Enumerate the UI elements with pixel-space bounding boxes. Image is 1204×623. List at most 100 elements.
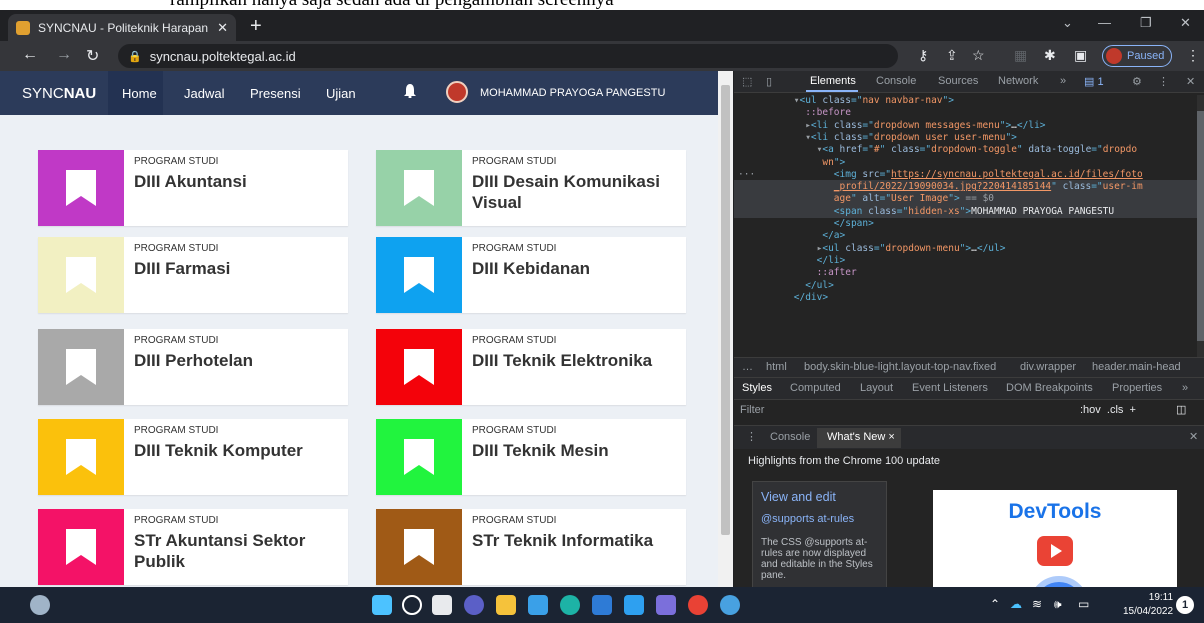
- dom-node-line[interactable]: </li>: [817, 255, 846, 267]
- inspect-icon[interactable]: ⬚: [742, 75, 752, 88]
- app-icon[interactable]: [656, 595, 676, 615]
- edge-browser-icon[interactable]: [560, 595, 580, 615]
- wifi-icon[interactable]: ≋: [1032, 597, 1042, 611]
- program-card[interactable]: PROGRAM STUDI DIII Perhotelan: [38, 329, 348, 405]
- tab-elements[interactable]: Elements: [810, 75, 856, 87]
- dom-node-line[interactable]: ▾<a href="#" class="dropdown-toggle" dat…: [817, 144, 1137, 156]
- forward-icon[interactable]: →: [56, 46, 72, 64]
- device-toggle-icon[interactable]: ▯: [766, 75, 772, 88]
- subtab-event-listeners[interactable]: Event Listeners: [912, 382, 988, 394]
- user-name[interactable]: MOHAMMAD PRAYOGA PANGESTU: [480, 87, 665, 99]
- nav-home[interactable]: Home: [122, 86, 157, 101]
- user-avatar[interactable]: [446, 81, 468, 103]
- elements-scrollbar[interactable]: [1197, 95, 1204, 357]
- taskbar-clock[interactable]: 19:11 15/04/2022: [1123, 591, 1173, 619]
- nav-jadwal[interactable]: Jadwal: [184, 86, 224, 101]
- program-card[interactable]: PROGRAM STUDI DIII Teknik Mesin: [376, 419, 686, 495]
- subtab-computed[interactable]: Computed: [790, 382, 841, 394]
- share-icon[interactable]: ⇪: [946, 47, 958, 64]
- nav-ujian[interactable]: Ujian: [326, 86, 356, 101]
- devtools-menu-icon[interactable]: ⋮: [1158, 75, 1169, 88]
- dom-node-line[interactable]: ▾<li class="dropdown user user-menu">: [805, 132, 1017, 144]
- tab-network[interactable]: Network: [998, 75, 1038, 87]
- app-brand[interactable]: SYNCNAU: [22, 85, 96, 102]
- breadcrumb-body[interactable]: body.skin-blue-light.layout-top-nav.fixe…: [804, 361, 996, 373]
- dom-node-line[interactable]: ::after: [817, 267, 857, 279]
- issues-badge[interactable]: ▤ 1: [1084, 75, 1104, 88]
- side-panel-icon[interactable]: ▣: [1074, 47, 1087, 64]
- dom-node-line[interactable]: age" alt="User Image"> == $0: [834, 193, 994, 205]
- password-key-icon[interactable]: ⚷: [918, 47, 928, 64]
- file-explorer-icon[interactable]: [496, 595, 516, 615]
- program-card[interactable]: PROGRAM STUDI DIII Farmasi: [38, 237, 348, 313]
- volume-icon[interactable]: 🕪: [1054, 597, 1062, 612]
- tab-console[interactable]: Console: [876, 75, 916, 87]
- settings-gear-icon[interactable]: ⚙: [1132, 75, 1142, 88]
- dom-node-line[interactable]: ▸<li class="dropdown messages-menu">…</l…: [805, 120, 1045, 132]
- close-window-icon[interactable]: ✕: [1180, 15, 1191, 31]
- dom-node-line[interactable]: </div>: [794, 292, 828, 304]
- minimize-icon[interactable]: —: [1098, 15, 1111, 30]
- subtab-dom-breakpoints[interactable]: DOM Breakpoints: [1006, 382, 1093, 394]
- search-icon[interactable]: [402, 595, 422, 615]
- more-tabs[interactable]: »: [1060, 75, 1066, 87]
- dom-node-line[interactable]: _profil/2022/19090034.jpg?220414185144" …: [834, 181, 1143, 193]
- chrome-icon[interactable]: [688, 595, 708, 615]
- subtab-more[interactable]: »: [1182, 382, 1188, 394]
- devtools-close-icon[interactable]: ✕: [1186, 75, 1195, 88]
- drawer-tab-whats-new[interactable]: What's New ×: [827, 431, 895, 443]
- weather-widget-icon[interactable]: [30, 595, 50, 615]
- browser-tab[interactable]: SYNCNAU - Politeknik Harapan B ✕: [8, 14, 236, 41]
- reload-icon[interactable]: ↻: [86, 46, 99, 66]
- program-card[interactable]: PROGRAM STUDI STr Teknik Informatika: [376, 509, 686, 585]
- menu-dots-icon[interactable]: ⋮: [1186, 47, 1200, 64]
- new-tab-button[interactable]: +: [250, 15, 262, 38]
- bell-icon[interactable]: [404, 84, 416, 98]
- subtab-styles[interactable]: Styles: [742, 382, 772, 394]
- program-card[interactable]: PROGRAM STUDI STr Akuntansi Sektor Publik: [38, 509, 348, 585]
- nav-presensi[interactable]: Presensi: [250, 86, 301, 101]
- node-expand-dots[interactable]: ···: [738, 169, 755, 181]
- puzzle-icon[interactable]: ✱: [1044, 47, 1056, 64]
- whats-new-item[interactable]: View and edit @supports at-rules The CSS…: [752, 481, 887, 587]
- page-scrollbar[interactable]: [718, 71, 733, 587]
- notification-badge[interactable]: 1: [1176, 596, 1194, 614]
- program-card[interactable]: PROGRAM STUDI DIII Teknik Elektronika: [376, 329, 686, 405]
- tab-search-icon[interactable]: ⌄: [1062, 15, 1073, 31]
- vscode-icon[interactable]: [624, 595, 644, 615]
- dom-node-line[interactable]: ▾<ul class="nav navbar-nav">: [794, 95, 954, 107]
- program-card[interactable]: PROGRAM STUDI DIII Desain Komunikasi Visu…: [376, 150, 686, 226]
- address-bar[interactable]: 🔒 syncnau.poltektegal.ac.id: [118, 44, 898, 68]
- breadcrumb-html[interactable]: html: [766, 361, 787, 373]
- subtab-layout[interactable]: Layout: [860, 382, 893, 394]
- weather-tray-icon[interactable]: ☁: [1010, 597, 1022, 611]
- dom-node-line[interactable]: <span class="hidden-xs">MOHAMMAD PRAYOGA…: [834, 206, 1114, 218]
- tab-sources[interactable]: Sources: [938, 75, 978, 87]
- chat-icon[interactable]: [464, 595, 484, 615]
- elements-scroll-thumb[interactable]: [1197, 111, 1204, 341]
- store-app-icon[interactable]: [528, 595, 548, 615]
- dom-node-line[interactable]: </span>: [834, 218, 874, 230]
- dom-node-line[interactable]: ::before: [805, 107, 851, 119]
- ms-store-icon[interactable]: [592, 595, 612, 615]
- drawer-close-icon[interactable]: ✕: [1189, 430, 1198, 443]
- bookmark-star-icon[interactable]: ☆: [972, 47, 985, 64]
- start-menu-icon[interactable]: [372, 595, 392, 615]
- computed-sidebar-icon[interactable]: ◫: [1176, 403, 1186, 416]
- drawer-menu-icon[interactable]: ⋮: [746, 430, 757, 443]
- browser-app-icon[interactable]: [720, 595, 740, 615]
- extension-icon[interactable]: ▦: [1014, 47, 1027, 64]
- breadcrumb-wrapper[interactable]: div.wrapper: [1020, 361, 1076, 373]
- battery-icon[interactable]: ▭: [1078, 597, 1089, 611]
- filter-input[interactable]: Filter: [740, 404, 764, 416]
- filter-tools[interactable]: :hov .cls +: [1080, 404, 1136, 416]
- close-tab-icon[interactable]: ✕: [217, 20, 228, 36]
- drawer-tab-console[interactable]: Console: [770, 431, 810, 443]
- restore-icon[interactable]: ❐: [1140, 15, 1152, 31]
- back-icon[interactable]: ←: [22, 46, 38, 64]
- breadcrumb-ellipsis[interactable]: …: [742, 361, 753, 373]
- program-card[interactable]: PROGRAM STUDI DIII Kebidanan: [376, 237, 686, 313]
- tray-overflow-icon[interactable]: ⌃: [990, 597, 1000, 611]
- dom-node-line[interactable]: </a>: [822, 230, 845, 242]
- program-card[interactable]: PROGRAM STUDI DIII Teknik Komputer: [38, 419, 348, 495]
